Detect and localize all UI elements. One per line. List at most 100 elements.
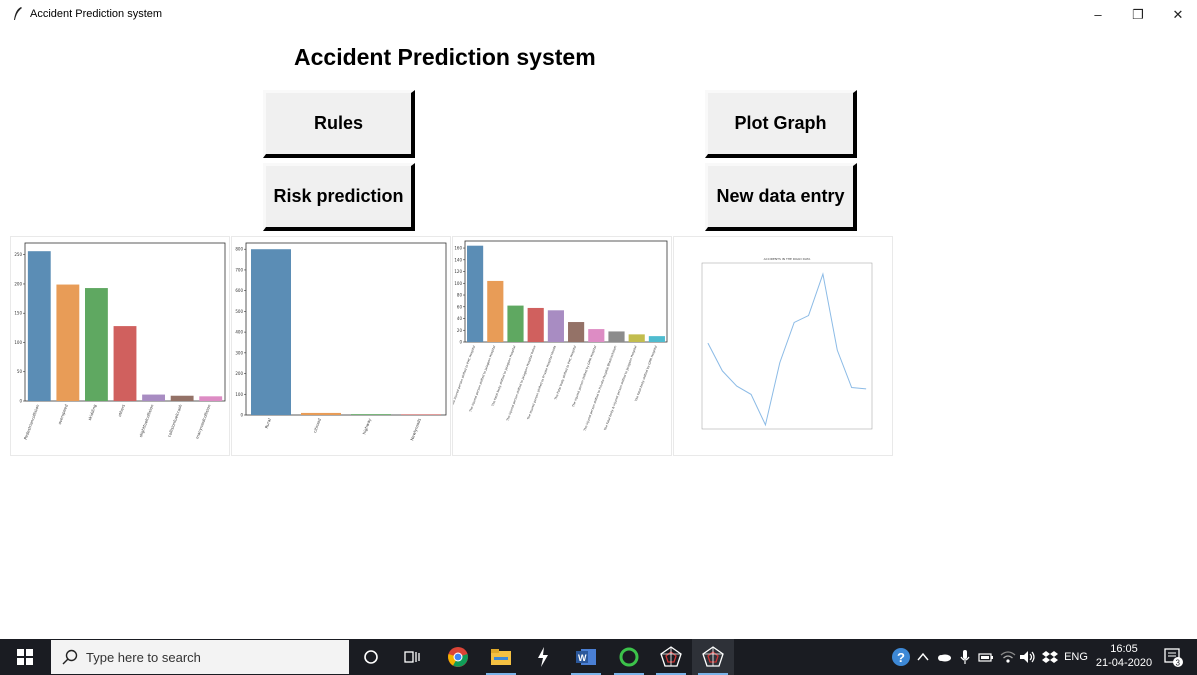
x-tick-label: skidding xyxy=(87,403,98,421)
y-tick-label: 0 xyxy=(459,340,462,345)
x-tick-label: Newlyroads xyxy=(409,418,422,442)
y-tick-label: 100 xyxy=(454,281,462,286)
language-indicator[interactable]: ENG xyxy=(1062,639,1090,675)
hospital-bar-chart: 0 20 40 60 80 100 120 140 160 The injured person … xyxy=(453,240,668,432)
bar xyxy=(170,395,194,401)
data-point xyxy=(765,424,766,426)
show-hidden-icons-button[interactable] xyxy=(914,639,932,675)
page-title: Accident Prediction system xyxy=(294,44,596,70)
cause-of-accident-chart-panel: 0 50 100 150 200 250 Pedestriancollision oversp… xyxy=(10,236,230,456)
chrome-icon xyxy=(448,647,468,667)
close-button[interactable]: ✕ xyxy=(1158,4,1197,26)
notifications-icon: 3 xyxy=(1164,648,1183,668)
data-point xyxy=(707,342,709,344)
bar xyxy=(301,412,341,415)
notification-count: 3 xyxy=(1176,659,1181,668)
action-center-button[interactable]: 3 xyxy=(1158,639,1188,675)
y-tick-label: 500 xyxy=(235,309,243,314)
start-button[interactable] xyxy=(0,639,50,675)
bar xyxy=(56,284,80,401)
cortana-button[interactable] xyxy=(350,639,392,675)
window-title: Accident Prediction system xyxy=(30,8,163,20)
bar xyxy=(507,305,524,342)
new-data-entry-button[interactable]: New data entry xyxy=(705,163,857,231)
bar xyxy=(351,414,391,415)
wifi-icon xyxy=(1000,651,1016,663)
taskbar-clock[interactable]: 16:05 21-04-2020 xyxy=(1094,642,1154,670)
road-type-bar-chart: 0 100 200 300 400 500 600 700 800 Rural citiroad hi… xyxy=(235,242,447,442)
volume-tray-button[interactable] xyxy=(1018,639,1038,675)
microphone-tray-button[interactable] xyxy=(956,639,974,675)
data-point xyxy=(779,362,781,363)
rules-button-label: Rules xyxy=(313,113,364,133)
y-tick-label: 120 xyxy=(454,269,462,274)
data-point xyxy=(836,349,838,351)
plot-graph-button[interactable]: Plot Graph xyxy=(705,90,857,158)
taskbar-search-box[interactable]: Type here to search xyxy=(51,640,349,674)
bar xyxy=(142,394,165,401)
x-tick-label: citiroad xyxy=(312,417,322,433)
task-view-button[interactable] xyxy=(392,639,434,675)
data-point xyxy=(865,388,867,390)
bar xyxy=(27,251,51,401)
new-data-entry-button-label: New data entry xyxy=(716,186,845,206)
x-tick-label: slightfuelcollision xyxy=(138,403,155,438)
python-taskbar-button-1[interactable] xyxy=(650,639,692,675)
plot-graph-button-label: Plot Graph xyxy=(734,113,827,133)
search-icon xyxy=(62,649,78,665)
y-tick-label: 250 xyxy=(14,252,22,257)
microphone-icon xyxy=(960,650,970,664)
python-taskbar-button-2[interactable] xyxy=(692,639,734,675)
cortana-circle-icon xyxy=(364,650,378,664)
y-tick-label: 600 xyxy=(235,288,243,293)
x-tick-label: Rural xyxy=(264,418,272,429)
clock-time: 16:05 xyxy=(1110,643,1138,655)
lightning-bolt-icon xyxy=(538,647,548,667)
x-tick-label: others xyxy=(117,404,126,418)
windows-logo-icon xyxy=(17,649,33,665)
y-tick-label: 160 xyxy=(454,246,462,251)
bar xyxy=(487,280,504,342)
data-point xyxy=(793,322,795,323)
x-tick-label: highway xyxy=(361,417,372,435)
svg-text:W: W xyxy=(578,653,587,663)
x-tick-label: The Fatal body shifted by GMR Hospital xyxy=(634,345,658,403)
chrome-taskbar-button[interactable] xyxy=(437,639,479,675)
y-tick-label: 800 xyxy=(235,247,243,252)
x-tick-label: The Fatal body shifted to PHC Hospital xyxy=(553,345,577,401)
rules-button[interactable]: Rules xyxy=(263,90,415,158)
bar xyxy=(85,288,108,401)
risk-prediction-button[interactable]: Risk prediction xyxy=(263,163,415,231)
dropbox-tray-button[interactable] xyxy=(1040,639,1060,675)
cause-bar-chart: 0 50 100 150 200 250 Pedestriancollision oversp… xyxy=(14,242,226,440)
battery-tray-button[interactable] xyxy=(976,639,996,675)
help-tray-button[interactable]: ? xyxy=(890,639,912,675)
x-tick-label: Pedestriancollision xyxy=(23,403,41,440)
bar xyxy=(568,322,585,342)
green-ring-icon xyxy=(619,647,639,667)
data-point xyxy=(822,273,824,275)
minimize-button[interactable]: – xyxy=(1078,4,1118,26)
y-tick-label: 300 xyxy=(235,350,243,355)
task-view-icon xyxy=(404,651,420,663)
python-idle-taskbar-button[interactable] xyxy=(522,639,564,675)
y-tick-label: 200 xyxy=(235,371,243,376)
series-line xyxy=(707,272,867,427)
hospital-chart-panel: 0 20 40 60 80 100 120 140 160 The injured person … xyxy=(452,236,672,456)
web-spider-icon xyxy=(660,646,682,667)
y-tick-label: 100 xyxy=(235,392,243,397)
data-point xyxy=(750,394,752,395)
maximize-button[interactable]: ❐ xyxy=(1118,4,1158,26)
data-point xyxy=(851,387,852,388)
plot-frame xyxy=(701,262,873,430)
onedrive-tray-button[interactable] xyxy=(934,639,954,675)
dropbox-icon xyxy=(1042,651,1058,663)
word-taskbar-button[interactable]: W xyxy=(565,639,607,675)
wifi-tray-button[interactable] xyxy=(998,639,1018,675)
y-tick-label: 0 xyxy=(19,399,22,404)
file-explorer-taskbar-button[interactable] xyxy=(480,639,522,675)
y-tick-label: 20 xyxy=(457,328,463,333)
y-tick-label: 80 xyxy=(457,293,463,298)
y-tick-label: 100 xyxy=(14,340,22,345)
spinner-app-taskbar-button[interactable] xyxy=(608,639,650,675)
